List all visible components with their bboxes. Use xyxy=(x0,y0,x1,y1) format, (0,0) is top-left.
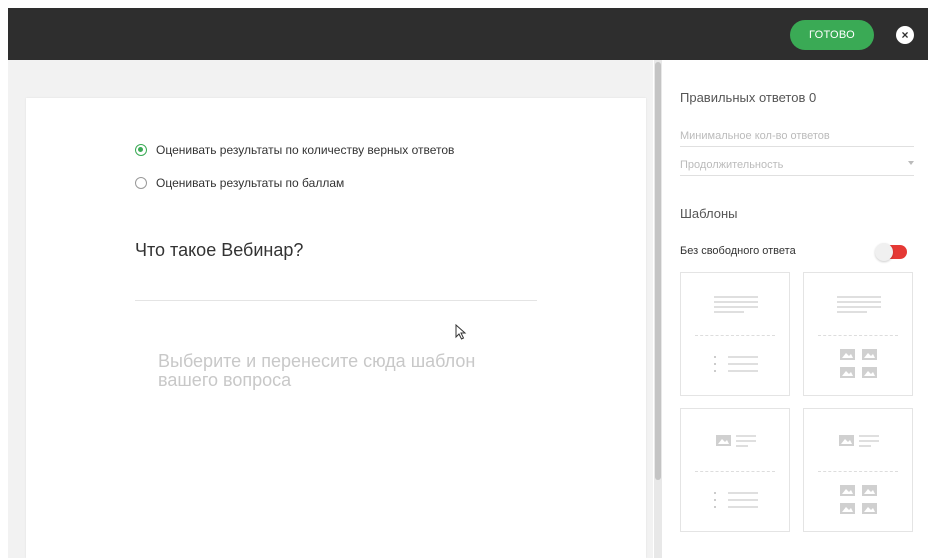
mouse-cursor-icon xyxy=(455,324,467,340)
templates-heading: Шаблоны xyxy=(680,206,738,221)
bullet-list-icon xyxy=(714,492,758,508)
scoring-option-label: Оценивать результаты по баллам xyxy=(156,176,345,190)
bullet-list-icon xyxy=(714,356,758,372)
image-grid-icon xyxy=(840,349,877,378)
close-icon[interactable]: × xyxy=(896,26,914,44)
radio-selected-icon[interactable] xyxy=(135,144,147,156)
scrollbar-thumb[interactable] xyxy=(655,62,661,480)
template-card-text-images[interactable] xyxy=(803,272,913,396)
template-card-image-images[interactable] xyxy=(803,408,913,532)
question-title[interactable]: Что такое Вебинар? xyxy=(135,240,303,261)
question-divider xyxy=(135,300,537,301)
scoring-option-points[interactable]: Оценивать результаты по баллам xyxy=(135,176,344,190)
toggle-knob xyxy=(875,243,893,261)
free-answer-toggle[interactable] xyxy=(875,243,907,261)
free-answer-label: Без свободного ответа xyxy=(680,245,796,257)
question-card xyxy=(26,98,646,558)
correct-answers-count: Правильных ответов 0 xyxy=(680,90,817,105)
chevron-down-icon xyxy=(908,161,914,165)
radio-unselected-icon[interactable] xyxy=(135,177,147,189)
duration-select[interactable]: Продолжительность xyxy=(680,155,914,176)
duration-placeholder: Продолжительность xyxy=(680,159,784,171)
image-grid-icon xyxy=(840,485,877,514)
template-drop-zone[interactable]: Выберите и перенесите сюда шаблон вашего… xyxy=(158,352,518,390)
template-card-text-list[interactable] xyxy=(680,272,790,396)
scoring-option-correct-count[interactable]: Оценивать результаты по количеству верны… xyxy=(135,143,454,157)
scoring-option-label: Оценивать результаты по количеству верны… xyxy=(156,143,455,157)
min-answers-input[interactable]: Минимальное кол-во ответов xyxy=(680,126,914,147)
done-button[interactable]: ГОТОВО xyxy=(790,20,874,50)
min-answers-placeholder: Минимальное кол-во ответов xyxy=(680,130,830,142)
template-card-image-list[interactable] xyxy=(680,408,790,532)
